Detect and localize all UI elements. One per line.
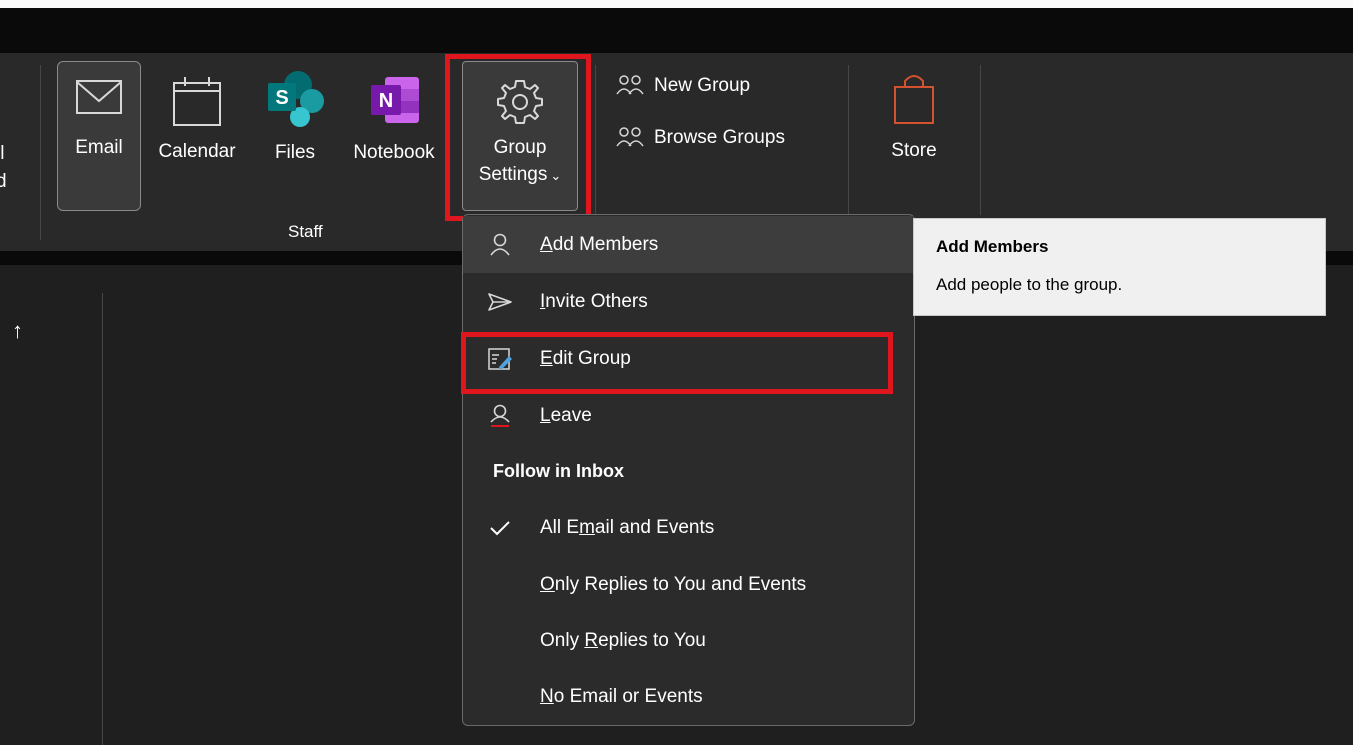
tooltip-add-members: Add Members Add people to the group. xyxy=(913,218,1326,316)
checkmark-icon xyxy=(485,513,515,543)
files-button[interactable]: S Files xyxy=(255,61,335,167)
ribbon-group-label: Staff xyxy=(288,222,323,241)
store-label: Store xyxy=(891,140,937,161)
tooltip-title: Add Members xyxy=(936,237,1049,256)
menu-item-leave[interactable]: Leave xyxy=(463,387,914,444)
store-bag-icon xyxy=(894,75,934,124)
menu-section-follow-in-inbox: Follow in Inbox xyxy=(493,461,624,481)
menu-item-no-email-or-events[interactable]: No Email or Events xyxy=(463,668,914,725)
person-icon xyxy=(485,230,515,260)
store-button[interactable]: Store xyxy=(870,61,958,165)
email-label: Email xyxy=(75,137,123,158)
menu-item-invite-others[interactable]: Invite Others xyxy=(463,273,914,330)
ribbon-separator xyxy=(595,65,596,215)
notebook-button[interactable]: N Notebook xyxy=(343,61,445,167)
menu-item-add-members[interactable]: Add Members xyxy=(463,216,914,273)
email-button[interactable]: Email xyxy=(57,61,141,211)
people-icon xyxy=(616,75,644,95)
ribbon-separator xyxy=(40,65,41,240)
calendar-button[interactable]: Calendar xyxy=(147,61,247,166)
top-strip xyxy=(0,0,1353,8)
files-label: Files xyxy=(274,142,316,163)
svg-text:S: S xyxy=(275,87,288,109)
highlight-box-settings xyxy=(445,54,591,221)
highlight-box-edit-group xyxy=(461,332,893,394)
mail-icon xyxy=(76,80,122,114)
tooltip-description: Add people to the group. xyxy=(936,275,1123,294)
title-bar xyxy=(0,8,1353,53)
menu-item-only-replies-to-you[interactable]: Only Replies to You xyxy=(463,612,914,669)
group-settings-menu: Add Members Invite Others Edit Group Lea… xyxy=(462,214,915,726)
svg-text:N: N xyxy=(379,90,393,112)
notebook-label: Notebook xyxy=(353,142,435,163)
menu-item-only-replies-and-events[interactable]: Only Replies to You and Events xyxy=(463,556,914,613)
onenote-icon: N xyxy=(371,77,419,123)
sort-arrow-icon[interactable]: ↑ xyxy=(12,318,23,344)
leave-person-icon xyxy=(485,401,515,431)
ribbon-separator xyxy=(980,65,981,215)
new-group-button[interactable]: New Group xyxy=(616,74,750,98)
calendar-icon xyxy=(173,77,221,126)
send-icon xyxy=(485,287,515,317)
sharepoint-icon: S xyxy=(268,71,324,127)
people-icon xyxy=(616,127,644,147)
calendar-label: Calendar xyxy=(158,141,236,162)
menu-item-all-email-and-events[interactable]: All Email and Events xyxy=(463,499,914,556)
browse-groups-button[interactable]: Browse Groups xyxy=(616,126,785,150)
cut-off-button-label[interactable]: ll d xyxy=(0,140,7,196)
pane-separator xyxy=(102,293,103,745)
ribbon-separator xyxy=(848,65,849,215)
